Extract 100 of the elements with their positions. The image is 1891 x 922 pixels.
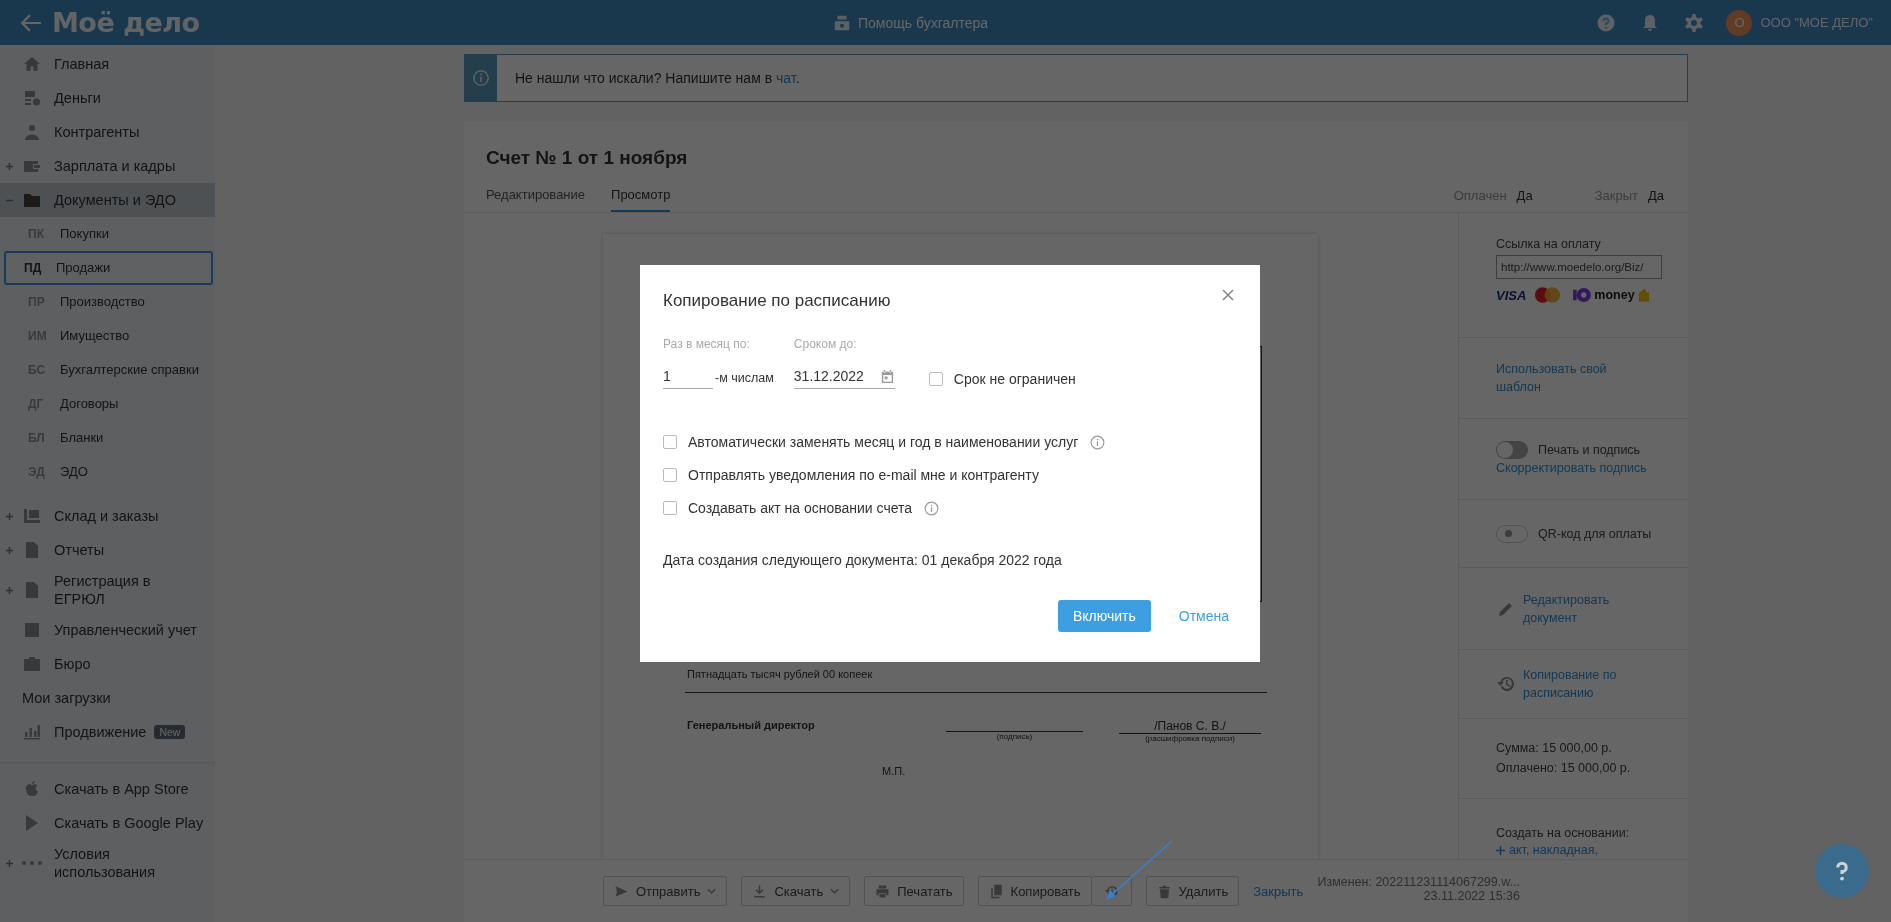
cash-register-icon xyxy=(833,13,851,32)
sidebar-item[interactable]: Деньги xyxy=(0,81,215,115)
action-button[interactable]: Копировать xyxy=(977,876,1092,906)
payment-link-field[interactable]: http://www.moedelo.org/Biz/ xyxy=(1496,255,1662,279)
stamp-place: М.П. xyxy=(882,765,907,777)
dots-icon xyxy=(22,861,42,865)
sidebar-item[interactable]: Документы и ЭДО xyxy=(0,183,215,217)
sidebar-item[interactable]: Скачать в Google Play xyxy=(0,806,215,840)
banner-message: Не нашли что искали? Напишите нам в чат. xyxy=(515,70,800,86)
checkbox[interactable] xyxy=(663,501,677,515)
field-suffix: -м числам xyxy=(715,371,774,387)
action-link[interactable]: Копирование по расписанию xyxy=(1523,665,1643,702)
sidebar-item[interactable]: Регистрация в ЕГРЮЛ xyxy=(0,567,215,613)
sidebar-item[interactable]: ПД Продажи xyxy=(4,251,213,285)
enable-button[interactable]: Включить xyxy=(1057,600,1151,632)
help-link[interactable]: Помощь бухгалтера xyxy=(858,14,989,31)
expander-icon[interactable] xyxy=(5,511,14,521)
caption: (расшифровка подписи) xyxy=(1145,734,1235,743)
new-badge: New xyxy=(154,725,186,739)
action-button[interactable]: Отправить xyxy=(603,876,728,906)
chat-link[interactable]: чат xyxy=(776,70,796,86)
status-value[interactable]: Да xyxy=(1516,187,1533,203)
expander-icon[interactable] xyxy=(5,585,14,595)
sidebar-item[interactable]: Склад и заказы xyxy=(0,499,215,533)
edit-signature-link[interactable]: Скорректировать подпись xyxy=(1496,459,1688,478)
sidebar-item[interactable]: Главная xyxy=(0,47,215,81)
expander-icon[interactable] xyxy=(5,858,14,868)
tab[interactable]: Редактирование xyxy=(486,178,586,212)
printer-icon xyxy=(875,883,891,899)
checkbox-label: Отправлять уведомления по e-mail мне и контрагенту xyxy=(688,467,1039,483)
annotation-arrow xyxy=(1104,840,1174,902)
close-link[interactable]: Закрыть xyxy=(1253,883,1304,899)
amount-in-words: Пятнадцать тысяч рублей 00 копеек xyxy=(687,668,874,680)
copy-icon xyxy=(988,883,1004,899)
sidebar-item[interactable]: Скачать в App Store xyxy=(0,772,215,806)
shelf-icon xyxy=(22,506,42,526)
toggle-switch[interactable] xyxy=(1496,441,1528,460)
sidebar-item[interactable]: Продвижение New xyxy=(0,715,215,749)
download-icon xyxy=(752,883,768,899)
tab[interactable]: Просмотр xyxy=(611,178,671,212)
checkbox[interactable] xyxy=(928,372,943,386)
sidebar-item[interactable]: Зарплата и кадры xyxy=(0,149,215,183)
date-field[interactable]: 31.12.2022 xyxy=(793,364,895,389)
home-icon xyxy=(22,54,42,74)
help-button[interactable] xyxy=(1815,844,1869,898)
mastercard-logo xyxy=(1533,286,1563,304)
company-name[interactable]: ООО "МОЕ ДЕЛО" xyxy=(1760,15,1873,30)
person-icon xyxy=(22,122,42,142)
info-icon[interactable] xyxy=(924,500,940,516)
avatar[interactable]: О xyxy=(1726,9,1753,36)
create-label: Создать на основании: xyxy=(1496,825,1631,841)
signer-title: Генеральный директор xyxy=(687,719,816,731)
action-button[interactable]: Печатать xyxy=(864,876,964,906)
checkbox-label: Срок не ограничен xyxy=(953,371,1076,387)
info-icon[interactable] xyxy=(1090,434,1106,450)
help-icon[interactable] xyxy=(1596,12,1617,33)
create-links[interactable]: акт, накладная, xyxy=(1509,841,1639,859)
toggle-label: QR-код для оплаты xyxy=(1538,525,1652,542)
chart-icon xyxy=(22,722,42,742)
action-button[interactable]: Удалить xyxy=(1145,876,1240,906)
field-label: Ссылка на оплату xyxy=(1496,236,1602,252)
action-link[interactable]: Редактировать документ xyxy=(1523,590,1643,627)
logo[interactable]: Моё дело xyxy=(52,7,200,38)
trash-icon xyxy=(1156,883,1172,899)
status-value[interactable]: Да xyxy=(1647,187,1664,203)
sum-text: Сумма: 15 000,00 р. xyxy=(1496,740,1613,757)
template-link[interactable]: Использовать свой шаблон xyxy=(1496,359,1626,396)
yoomoney-logo: money xyxy=(1594,288,1635,302)
paid-text: Оплачено: 15 000,00 р. xyxy=(1496,760,1632,777)
close-icon[interactable] xyxy=(1222,289,1234,301)
sidebar-item[interactable]: Контрагенты xyxy=(0,115,215,149)
sidebar-item[interactable]: Мои загрузки xyxy=(0,681,215,715)
visa-logo: VISA xyxy=(1496,287,1527,303)
sidebar-item[interactable]: Отчеты xyxy=(0,533,215,567)
expander-icon[interactable] xyxy=(5,161,14,171)
info-icon xyxy=(472,69,490,87)
calendar-icon[interactable] xyxy=(879,368,895,384)
next-date-text: Дата создания следующего документа: 01 декабря 2022 года xyxy=(663,552,1063,568)
checkbox-label: Создавать акт на основании счета xyxy=(688,500,913,516)
signer-name: /Панов С. В./ xyxy=(1119,719,1261,734)
sidebar-item[interactable]: Бюро xyxy=(0,647,215,681)
briefcase-icon xyxy=(22,654,42,674)
dialog-title: Копирование по расписанию xyxy=(663,291,891,311)
toggle-label: Печать и подпись xyxy=(1538,442,1641,459)
caption: (подпись) xyxy=(996,732,1033,741)
checkbox[interactable] xyxy=(663,435,677,449)
yoomoney-icon xyxy=(1572,287,1593,303)
document-title: Счет № 1 от 1 ноября xyxy=(486,147,689,169)
cancel-link[interactable]: Отмена xyxy=(1178,608,1229,624)
expander-icon[interactable] xyxy=(5,545,14,555)
checkbox[interactable] xyxy=(663,468,677,482)
settings-icon[interactable] xyxy=(1684,12,1705,33)
caret-icon xyxy=(830,888,840,894)
plus-icon[interactable] xyxy=(1496,845,1505,855)
sidebar-item[interactable]: Условия использования xyxy=(0,840,215,886)
sidebar-item[interactable]: Управленческий учет xyxy=(0,613,215,647)
field-label: Сроком до: xyxy=(793,337,858,351)
checkbox-label: Автоматически заменять месяц и год в наименовании услуг xyxy=(688,434,1079,450)
action-button[interactable]: Скачать xyxy=(741,876,851,906)
field-label: Раз в месяц по: xyxy=(663,337,751,351)
